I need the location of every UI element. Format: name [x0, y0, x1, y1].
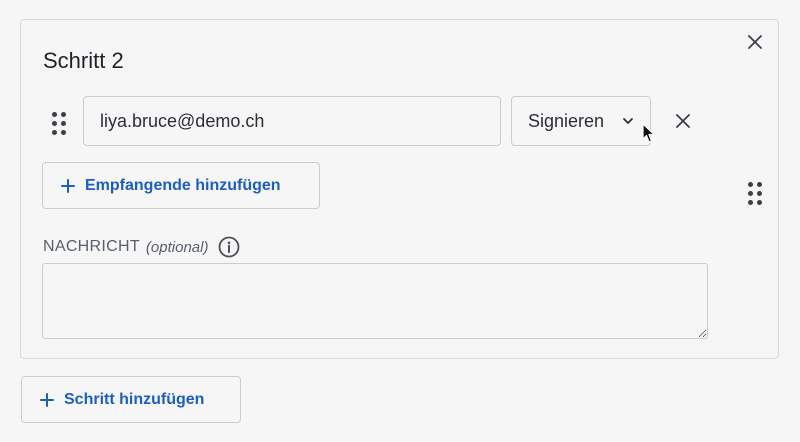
add-step-label: Schritt hinzufügen	[64, 390, 205, 408]
recipient-email-value: liya.bruce@demo.ch	[100, 110, 265, 131]
message-optional-text: (optional)	[145, 238, 209, 256]
recipient-email-field[interactable]: liya.bruce@demo.ch	[83, 96, 501, 146]
remove-recipient-button[interactable]	[673, 111, 693, 131]
mouse-cursor-icon	[642, 123, 655, 143]
step-card: Schritt 2 liya.bruce@demo.ch Signieren E…	[20, 19, 779, 359]
info-icon[interactable]	[218, 236, 240, 258]
message-label: NACHRICHT (optional)	[43, 236, 240, 258]
recipient-drag-handle-icon[interactable]	[52, 112, 66, 135]
add-recipient-label: Empfangende hinzufügen	[85, 176, 281, 194]
recipient-role-value: Signieren	[528, 110, 605, 131]
close-icon	[676, 114, 690, 128]
close-icon	[748, 35, 762, 49]
recipient-role-select[interactable]: Signieren	[511, 96, 651, 146]
chevron-down-icon	[623, 118, 633, 124]
message-label-text: NACHRICHT	[43, 238, 140, 255]
add-recipient-button[interactable]: Empfangende hinzufügen	[42, 162, 320, 209]
remove-step-button[interactable]	[745, 32, 765, 52]
step-title: Schritt 2	[43, 48, 124, 73]
step-drag-handle-icon[interactable]	[748, 182, 762, 205]
message-textarea[interactable]	[42, 263, 708, 339]
plus-icon	[61, 178, 75, 193]
plus-icon	[40, 392, 54, 407]
add-step-button[interactable]: Schritt hinzufügen	[21, 376, 241, 423]
